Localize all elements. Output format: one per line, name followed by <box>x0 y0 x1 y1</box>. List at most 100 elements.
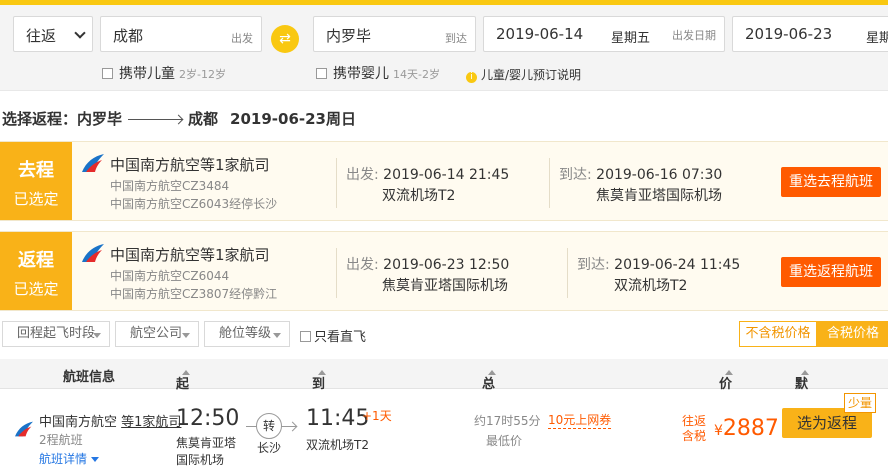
results-table-header: 航班信息 起飞时间 到达时间 总耗时 价格 默认排序 <box>0 359 888 449</box>
dep-label: 出发: <box>346 257 379 273</box>
dep-time: 2019-06-23 12:50 <box>383 257 510 273</box>
divider <box>336 158 337 208</box>
to-city-value: 内罗毕 <box>326 27 372 45</box>
depart-weekday: 星期五 <box>610 31 650 46</box>
route-title: 选择返程：内罗毕 成都 2019-06-23周日 <box>2 108 356 129</box>
to-label: 到达 <box>445 32 467 45</box>
infant-label: 携带婴儿 <box>333 66 389 82</box>
airline-filter-label: 航空公司 <box>130 326 183 341</box>
row-price: ¥2887 <box>714 416 779 441</box>
to-city-input[interactable]: 内罗毕 到达 <box>313 16 476 52</box>
row-legs-count: 2程航班 <box>39 433 83 447</box>
child-checkbox[interactable] <box>102 68 113 79</box>
row-arr-airport: 双流机场T2 <box>306 438 369 452</box>
dep-label: 出发: <box>346 167 379 183</box>
depart-date-value: 2019-06-14 <box>496 25 584 43</box>
depart-period-label: 回程起飞时段 <box>17 326 96 341</box>
depart-period-filter[interactable]: 回程起飞时段 <box>2 321 110 347</box>
airline-logo-icon <box>82 244 104 262</box>
child-option[interactable]: 携带儿童 2岁-12岁 <box>102 63 226 83</box>
row-dep-time: 12:50 <box>176 406 240 431</box>
leg-tag: 去程 已选定 <box>0 142 72 220</box>
leg-airline: 中国南方航空等1家航司 <box>110 156 270 174</box>
coupon-link[interactable]: 10元上网券 <box>548 411 612 429</box>
leg-tag-title: 去程 <box>18 160 54 181</box>
cabin-filter-label: 舱位等级 <box>219 326 272 341</box>
from-label: 出发 <box>231 32 253 45</box>
header-price[interactable]: 价格 <box>719 366 733 411</box>
child-label: 携带儿童 <box>119 66 175 82</box>
leg-arrival: 到达: 2019-06-16 07:30 <box>559 164 722 184</box>
selected-leg-outbound: 去程 已选定 中国南方航空等1家航司 中国南方航空CZ3484 中国南方航空CZ… <box>0 141 888 221</box>
price-tags: 往返 含税 <box>682 414 706 444</box>
infant-checkbox[interactable] <box>316 68 327 79</box>
currency-symbol: ¥ <box>714 423 723 439</box>
direct-only-checkbox[interactable] <box>300 331 311 342</box>
infant-option[interactable]: 携带婴儿 14天-2岁 <box>316 63 440 83</box>
leg-arrival: 到达: 2019-06-24 11:45 <box>577 254 740 274</box>
airline-filter[interactable]: 航空公司 <box>115 321 199 347</box>
search-panel: 往返 成都 出发 ⇄ 内罗毕 到达 2019-06-14 星期五 出发日期 20… <box>0 5 888 91</box>
price-mode-toggle: 不含税价格 含税价格 <box>739 321 888 347</box>
divider <box>336 248 337 298</box>
row-airline-main: 中国南方航空 <box>39 415 118 430</box>
arr-airport: 焦莫肯亚塔国际机场 <box>596 188 722 204</box>
trip-type-value: 往返 <box>26 27 57 45</box>
transfer-city: 长沙 <box>257 441 282 455</box>
leg-airline: 中国南方航空等1家航司 <box>110 246 270 264</box>
row-arr-time: 11:45 <box>306 406 370 431</box>
chevron-down-icon <box>74 27 86 39</box>
leg-departure: 出发: 2019-06-14 21:45 <box>346 164 509 184</box>
booking-note-link[interactable]: i 儿童/婴儿预订说明 <box>466 66 581 83</box>
dep-time: 2019-06-14 21:45 <box>383 167 510 183</box>
leg-tag-status: 已选定 <box>13 190 59 208</box>
reselect-outbound-button[interactable]: 重选去程航班 <box>781 167 881 197</box>
row-duration: 约17时55分 <box>474 414 541 428</box>
depart-date-label: 出发日期 <box>672 29 716 42</box>
leg-flight-2: 中国南方航空CZ6043经停长沙 <box>110 197 278 211</box>
return-date-value: 2019-06-23 <box>745 25 833 43</box>
row-arr-plus-day: +1天 <box>362 409 392 423</box>
arr-label: 到达: <box>577 257 610 273</box>
price-tag-roundtrip: 往返 <box>682 414 707 428</box>
trip-type-select[interactable]: 往返 <box>13 16 93 52</box>
few-seats-badge: 少量 <box>844 393 876 413</box>
transfer-badge: 转 <box>256 413 282 439</box>
leg-tag: 返程 已选定 <box>0 232 72 310</box>
cabin-filter[interactable]: 舱位等级 <box>204 321 290 347</box>
price-value: 2887 <box>722 416 779 441</box>
row-dep-airport: 焦莫肯亚塔国际机场 <box>176 436 237 467</box>
arr-label: 到达: <box>559 167 592 183</box>
arrow-right-icon <box>128 119 183 120</box>
caret-down-icon <box>93 333 101 338</box>
row-airline-more-link[interactable]: 等1家航司 <box>121 415 181 430</box>
row-airline: 中国南方航空 等1家航司 <box>39 411 181 430</box>
row-lowest-tag: 最低价 <box>486 434 523 448</box>
return-weekday: 星期 <box>866 31 888 46</box>
price-incl-tax-option[interactable]: 含税价格 <box>816 322 888 346</box>
divider <box>567 248 568 298</box>
from-city-input[interactable]: 成都 出发 <box>100 16 262 52</box>
arr-time: 2019-06-16 07:30 <box>596 167 723 183</box>
direct-only-label: 只看直飞 <box>314 330 367 345</box>
flight-details-link[interactable]: 航班详情 <box>39 450 100 467</box>
airline-logo-icon <box>82 154 104 172</box>
filter-bar: 回程起飞时段 航空公司 舱位等级 只看直飞 不含税价格 含税价格 <box>0 321 888 349</box>
table-row: 中国南方航空 等1家航司 2程航班 航班详情 12:50 焦莫肯亚塔国际机场 转… <box>0 390 888 476</box>
reselect-return-button[interactable]: 重选返程航班 <box>781 257 881 287</box>
price-tag-tax: 含税 <box>682 429 707 443</box>
header-sort[interactable]: 默认排序 <box>795 366 809 449</box>
leg-tag-status: 已选定 <box>13 280 59 298</box>
depart-date-input[interactable]: 2019-06-14 星期五 出发日期 <box>483 16 725 52</box>
header-dep-time[interactable]: 起飞时间 <box>176 366 190 449</box>
price-excl-tax-option[interactable]: 不含税价格 <box>740 322 816 346</box>
header-arr-time[interactable]: 到达时间 <box>312 366 326 449</box>
airline-logo-icon <box>15 421 33 437</box>
selected-leg-return: 返程 已选定 中国南方航空等1家航司 中国南方航空CZ6044 中国南方航空CZ… <box>0 231 888 311</box>
return-date-input[interactable]: 2019-06-23 星期 <box>732 16 888 52</box>
swap-icon[interactable]: ⇄ <box>271 25 299 53</box>
flight-details-label: 航班详情 <box>39 452 88 466</box>
route-dest: 成都 <box>188 110 219 128</box>
direct-only-option[interactable]: 只看直飞 <box>300 326 366 345</box>
header-duration[interactable]: 总耗时 <box>482 366 496 430</box>
